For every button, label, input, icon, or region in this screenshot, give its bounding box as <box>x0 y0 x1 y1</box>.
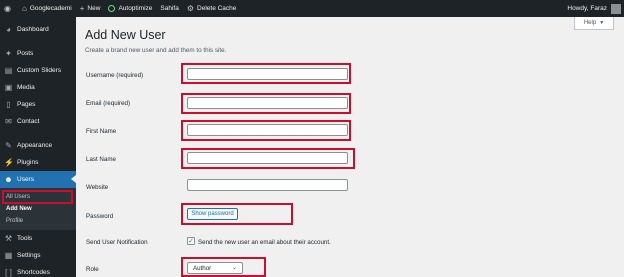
site-name: Googlecademi <box>29 5 72 12</box>
email-field[interactable] <box>187 97 348 109</box>
sidebar-item-label: Contact <box>17 118 40 125</box>
role-label: Role <box>86 266 99 273</box>
website-label: Website <box>86 184 109 191</box>
sidebar-item-label: Shortcodes <box>17 269 50 276</box>
site-name-link[interactable]: ⌂ Googlecademi <box>21 3 72 13</box>
first-name-label: First Name <box>86 128 117 135</box>
sidebar-item-label: Appearance <box>17 142 53 149</box>
help-tab[interactable]: Help ▼ <box>574 17 614 30</box>
delete-cache-link[interactable]: ⚙ Delete Cache <box>186 3 237 13</box>
autoptimize-link[interactable]: Autoptimize <box>108 5 152 12</box>
notification-text: Send the new user an email about their a… <box>198 239 331 246</box>
sidebar-item-tools[interactable]: ⚒ Tools <box>0 230 76 247</box>
sidebar-item-posts[interactable]: ✦ Posts <box>0 45 76 62</box>
help-label: Help <box>583 20 597 26</box>
sidebar-item-shortcodes[interactable]: [ ] Shortcodes <box>0 264 76 277</box>
sahifa-link[interactable]: Sahifa <box>160 5 178 12</box>
main-content: Help ▼ Add New User Create a brand new us… <box>76 17 624 277</box>
chevron-down-icon: ⌄ <box>231 265 237 271</box>
admin-bar: ◉ ⌂ Googlecademi + New Autoptimize Sahifa … <box>0 0 624 17</box>
username-field[interactable] <box>187 68 348 80</box>
howdy-text: Howdy, Faraz <box>567 5 607 12</box>
shortcode-icon: [ ] <box>5 267 12 277</box>
admin-sidebar: ◕ Dashboard ✦ Posts ▤ Custom Sliders ▣ Media… <box>0 17 76 277</box>
wordpress-icon: ◉ <box>4 3 11 13</box>
first-name-field[interactable] <box>187 124 348 136</box>
password-label: Password <box>86 213 114 220</box>
status-dot-icon <box>108 5 116 12</box>
sidebar-item-pages[interactable]: ▯ Pages <box>0 96 76 113</box>
account-menu[interactable]: Howdy, Faraz <box>567 0 621 17</box>
page-title: Add New User <box>85 28 166 42</box>
page-description: Create a brand new user and add them to … <box>85 47 227 54</box>
users-icon: ☻ <box>4 174 13 184</box>
wordpress-logo[interactable]: ◉ <box>4 3 14 13</box>
role-value: Author <box>193 264 212 272</box>
sidebar-item-custom-sliders[interactable]: ▤ Custom Sliders <box>0 62 76 79</box>
delete-cache-label: Delete Cache <box>197 5 237 12</box>
submenu-item-profile[interactable]: Profile <box>0 215 76 227</box>
avatar <box>611 3 621 14</box>
mail-icon: ✉ <box>5 116 12 126</box>
sidebar-item-label: Dashboard <box>17 26 49 33</box>
chevron-down-icon: ▼ <box>599 20 605 26</box>
sidebar-item-plugins[interactable]: ⚡ Plugins <box>0 154 76 171</box>
sidebar-item-contact[interactable]: ✉ Contact <box>0 113 76 130</box>
notification-label: Send User Notification <box>86 239 148 246</box>
sidebar-item-label: Settings <box>17 252 41 259</box>
plugin-icon: ⚡ <box>4 157 14 167</box>
dashboard-icon: ◕ <box>6 24 11 34</box>
sidebar-item-label: Custom Sliders <box>17 67 62 74</box>
sidebar-item-label: Media <box>17 84 35 91</box>
new-label: New <box>87 5 101 12</box>
last-name-field[interactable] <box>187 152 348 164</box>
show-password-button[interactable]: Show password <box>187 208 238 220</box>
website-field[interactable] <box>187 179 348 191</box>
sidebar-item-users[interactable]: ☻ Users <box>0 171 76 188</box>
sidebar-item-label: Pages <box>17 101 36 108</box>
pin-icon: ✦ <box>5 48 12 58</box>
sidebar-item-label: Posts <box>17 50 34 57</box>
sidebar-item-settings[interactable]: ▦ Settings <box>0 247 76 264</box>
submenu-item-add-new[interactable]: Add New <box>0 203 76 215</box>
autoptimize-label: Autoptimize <box>118 5 153 12</box>
sidebar-item-media[interactable]: ▣ Media <box>0 79 76 96</box>
email-label: Email (required) <box>86 100 131 107</box>
sidebar-item-appearance[interactable]: ✎ Appearance <box>0 137 76 154</box>
notification-checkbox[interactable]: ✓ <box>187 237 195 245</box>
page-icon: ▯ <box>6 99 11 109</box>
brush-icon: ✎ <box>5 140 12 150</box>
last-name-label: Last Name <box>86 156 116 163</box>
wrench-icon: ⚒ <box>4 233 13 243</box>
sidebar-item-label: Users <box>17 176 34 183</box>
slider-icon: ▤ <box>4 65 13 75</box>
sidebar-item-label: Plugins <box>17 159 39 166</box>
media-icon: ▣ <box>4 82 13 92</box>
home-icon: ⌂ <box>21 3 27 13</box>
role-select[interactable]: Author ⌄ <box>187 262 243 274</box>
new-content-link[interactable]: + New <box>79 3 101 13</box>
sahifa-label: Sahifa <box>160 5 179 12</box>
settings-icon: ▦ <box>4 250 13 260</box>
cache-icon: ⚙ <box>186 3 195 13</box>
checkmark-icon: ✓ <box>188 237 194 245</box>
sidebar-item-label: Tools <box>17 235 33 242</box>
username-label: Username (required) <box>86 72 144 79</box>
sidebar-item-dashboard[interactable]: ◕ Dashboard <box>0 21 76 38</box>
add-new-highlight <box>2 190 73 204</box>
plus-icon: + <box>79 3 85 13</box>
